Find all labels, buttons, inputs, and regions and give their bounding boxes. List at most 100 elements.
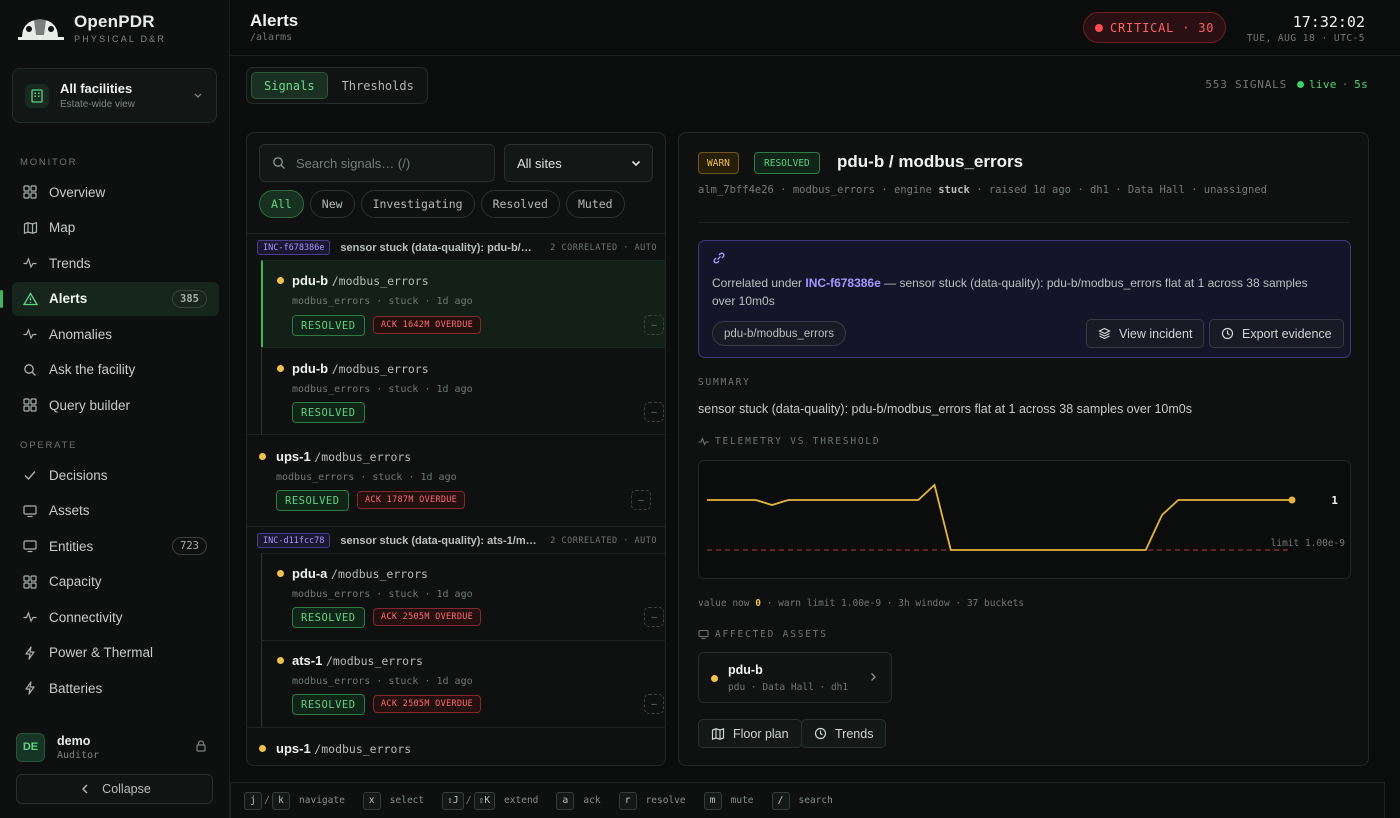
sidebar-item-batteries[interactable]: Batteries: [12, 671, 219, 705]
sidebar-item-label: Trends: [49, 255, 91, 271]
alert-meta: alm_7bff4e26 · modbus_errors · engine st…: [698, 184, 1267, 196]
facility-switcher[interactable]: All facilities Estate-wide view: [12, 68, 217, 123]
incident-tag: INC-d11fcc78: [257, 533, 331, 548]
link-icon: [713, 252, 725, 264]
page-title: Alerts: [250, 11, 299, 30]
affected-asset-card[interactable]: pdu-b pdu · Data Hall · dh1: [698, 652, 892, 703]
sidebar-item-anomalies[interactable]: Anomalies: [12, 317, 219, 351]
alert-title: pdu-b / modbus_errors: [837, 152, 1024, 171]
shortcut-label: mute: [730, 795, 754, 806]
sidebar-item-entities[interactable]: Entities 723: [12, 529, 219, 563]
sidebar-item-label: Map: [49, 220, 76, 235]
view-incident-button[interactable]: View incident: [1086, 319, 1205, 348]
overdue-badge: ACK 2505M OVERDUE: [373, 608, 482, 626]
filter-new[interactable]: New: [309, 190, 355, 218]
key-separator: /: [465, 795, 472, 806]
bolt-icon: [22, 680, 38, 696]
signal-row[interactable]: pdu-b /modbus_errors modbus_errors · stu…: [261, 260, 665, 347]
row-select-checkbox[interactable]: –: [644, 694, 664, 714]
layers-icon: [1098, 327, 1111, 340]
clock-icon: [814, 727, 827, 740]
sidebar-item-label: Alerts: [49, 291, 88, 306]
collapse-sidebar-button[interactable]: Collapse: [16, 774, 213, 804]
critical-count-badge[interactable]: CRITICAL · 30: [1083, 12, 1226, 43]
sidebar-item-capacity[interactable]: Capacity: [12, 565, 219, 599]
signal-row[interactable]: pdu-a /modbus_errors modbus_errors · stu…: [261, 553, 665, 640]
summary-label: SUMMARY: [698, 377, 751, 388]
tab-signals[interactable]: Signals: [251, 72, 328, 99]
signal-meta: modbus_errors · stuck · 1d ago: [276, 472, 457, 483]
lock-icon[interactable]: [194, 739, 208, 753]
signals-status: 553 SIGNALS live · 5s: [1205, 78, 1368, 91]
sidebar-item-overview[interactable]: Overview: [12, 175, 219, 209]
correlation-incident-link[interactable]: INC-f678386e: [805, 276, 880, 290]
row-select-checkbox[interactable]: –: [644, 315, 664, 335]
shortcut-key: r: [618, 791, 637, 810]
page-path: /alarms: [250, 32, 293, 43]
signal-row[interactable]: ups-1 /modbus_errors: [247, 727, 665, 765]
signal-pill[interactable]: pdu-b/modbus_errors: [712, 321, 846, 346]
incident-group-header[interactable]: INC-d11fcc78 sensor stuck (data-quality)…: [247, 526, 665, 554]
clock-time: 17:32:02: [1292, 13, 1365, 31]
shortcut-key: ⇧K: [473, 791, 496, 810]
sidebar-item-connectivity[interactable]: Connectivity: [12, 600, 219, 634]
status-badge: RESOLVED: [276, 490, 349, 511]
filter-muted[interactable]: Muted: [565, 190, 625, 218]
filter-resolved[interactable]: Resolved: [480, 190, 560, 218]
clock-icon: [1221, 327, 1234, 340]
status-badge: RESOLVED: [292, 694, 365, 715]
sidebar-item-label: Assets: [49, 503, 90, 518]
affected-assets-label: AFFECTED ASSETS: [698, 629, 828, 640]
map-icon: [711, 727, 725, 740]
search-input[interactable]: [296, 155, 476, 171]
incident-group-header[interactable]: INC-f678386e sensor stuck (data-quality)…: [247, 233, 665, 261]
site-select[interactable]: All sites: [504, 144, 653, 182]
live-separator: ·: [1341, 78, 1350, 91]
pulse-icon: [698, 436, 709, 446]
sidebar-item-query-builder[interactable]: Query builder: [12, 388, 219, 422]
filter-investigating[interactable]: Investigating: [360, 190, 475, 218]
row-select-checkbox[interactable]: –: [644, 402, 664, 422]
warn-dot-icon: [277, 570, 284, 577]
map-icon: [22, 220, 38, 236]
export-evidence-button[interactable]: Export evidence: [1209, 319, 1344, 348]
user-name: demo: [57, 733, 91, 748]
sidebar-item-trends[interactable]: Trends: [12, 246, 219, 280]
chart-meta-prefix: value now: [698, 598, 750, 609]
signal-row[interactable]: ats-1 /modbus_errors modbus_errors · stu…: [261, 640, 665, 727]
chevron-left-icon: [82, 784, 88, 794]
signal-row[interactable]: pdu-b /modbus_errors modbus_errors · stu…: [261, 347, 665, 434]
chart-meta-now: 0: [755, 598, 761, 609]
brand[interactable]: OpenPDR PHYSICAL D&R: [16, 12, 166, 44]
sidebar-item-ask-the-facility[interactable]: Ask the facility: [12, 353, 219, 387]
view-tabs: Signals Thresholds: [246, 67, 428, 104]
pulse-icon: [22, 326, 38, 342]
shortcut-key: m: [703, 791, 722, 810]
trends-button[interactable]: Trends: [801, 719, 887, 748]
user-profile[interactable]: DE demo Auditor: [16, 731, 216, 763]
building-icon: [25, 83, 49, 108]
signal-meta: modbus_errors · stuck · 1d ago: [292, 676, 473, 687]
sidebar-item-map[interactable]: Map: [12, 211, 219, 245]
pulse-icon: [22, 609, 38, 625]
telemetry-line: [707, 483, 1292, 551]
monitor-icon: [698, 629, 709, 640]
signal-asset: ups-1: [276, 741, 311, 756]
signal-row[interactable]: ups-1 /modbus_errors modbus_errors · stu…: [247, 434, 665, 521]
floor-plan-button[interactable]: Floor plan: [698, 719, 802, 748]
tab-thresholds[interactable]: Thresholds: [330, 72, 426, 99]
row-select-checkbox[interactable]: –: [644, 607, 664, 627]
search-box[interactable]: [259, 144, 495, 182]
sidebar-item-alerts[interactable]: Alerts 385: [0, 281, 219, 316]
status-filters: All New Investigating Resolved Muted: [259, 190, 625, 218]
site-select-value: All sites: [517, 155, 562, 171]
sidebar-item-power-thermal[interactable]: Power & Thermal: [12, 636, 219, 670]
chevron-down-icon: [631, 160, 641, 167]
sidebar-item-decisions[interactable]: Decisions: [12, 458, 219, 492]
sidebar-item-assets[interactable]: Assets: [12, 494, 219, 528]
sidebar-item-count: 723: [172, 537, 207, 555]
sidebar-item-label: Power & Thermal: [49, 645, 154, 660]
last-value-label: 1: [1331, 494, 1338, 507]
filter-all[interactable]: All: [259, 190, 304, 218]
row-select-checkbox[interactable]: –: [631, 490, 651, 510]
